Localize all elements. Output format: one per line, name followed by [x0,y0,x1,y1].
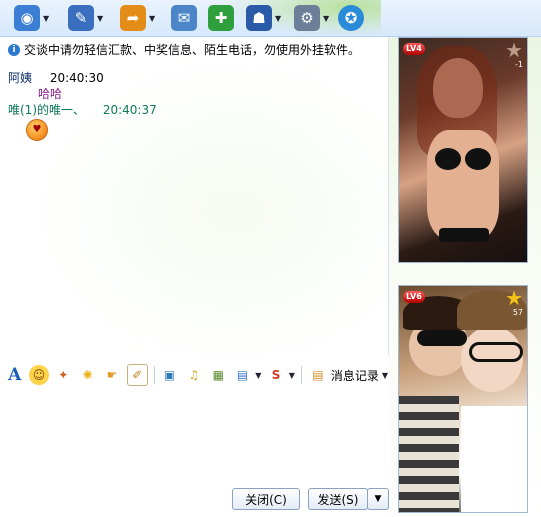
message-body: 哈哈 [38,87,63,101]
chevron-down-icon[interactable]: ▼ [289,371,295,380]
message-icon: ✉ [171,5,197,31]
settings-icon: ⚙ [294,5,320,31]
history-icon: ▤ [312,368,324,382]
sender-name: 阿姨 [8,71,33,85]
message-header: 阿姨 20:40:30 [8,69,104,86]
format-toolbar: A ☺ ✦ ✺ ☛ ✐ ▣ ♫ ▦ ▤ ▼ S ▼ ▤ 消息记录 ▼ [0,362,388,388]
chevron-down-icon[interactable]: ▼ [149,14,155,23]
screenshot-icon[interactable]: ▤ [233,365,252,385]
chevron-down-icon[interactable]: ▼ [255,371,261,380]
chevron-down-icon[interactable]: ▼ [275,14,281,23]
level-badge: LV4 [403,43,425,55]
settings-button[interactable]: ⚙ ▼ [294,4,329,32]
body-shape [427,130,499,240]
voice-call-icon: ✎ [68,5,94,31]
message-history-button[interactable]: ▤ 消息记录 ▼ [308,365,388,385]
chevron-down-icon[interactable]: ▼ [323,14,329,23]
app-add-icon: ✚ [208,5,234,31]
sunglasses-shape [417,330,467,346]
emoji-icon[interactable]: ☺ [29,365,49,385]
send-file-button[interactable]: ➦ ▼ [120,4,155,32]
star-count: 57 [512,308,523,317]
message-input[interactable] [0,390,388,486]
send-button[interactable]: 发送(S) [308,488,368,510]
star-icon[interactable]: ★ [505,288,523,308]
message-time: 20:40:37 [102,103,157,117]
security-button[interactable]: ☗ ▼ [246,4,281,32]
star-count: -1 [515,60,523,69]
image-icon[interactable]: ▣ [160,365,179,385]
video-call-button[interactable]: ◉ ▼ [14,4,49,32]
security-icon: ☗ [246,5,272,31]
star-icon[interactable]: ★ [505,40,523,60]
font-icon[interactable]: A [5,365,24,385]
outfit-shape [435,148,461,170]
magic-emoji-icon[interactable]: ✦ [54,365,73,385]
music-icon[interactable]: ♫ [184,365,203,385]
contact-show-avatar[interactable]: LV4 ★ -1 [398,37,528,263]
sender-name: 唯(1)的唯一、 [8,103,85,117]
gift-icon[interactable]: ▦ [209,365,228,385]
chevron-down-icon[interactable]: ▼ [43,14,49,23]
profile-panel: LV4 ★ -1 LV6 ★ 57 [389,37,541,517]
qzone-icon: ✪ [338,5,364,31]
glasses-shape [469,342,523,362]
send-options-button[interactable]: ▼ [367,488,389,510]
security-notice-text: 交谈中请勿轻信汇款、中奖信息、陌生电话，勿使用外挂软件。 [24,43,361,57]
chevron-down-icon[interactable]: ▼ [97,14,103,23]
message-button[interactable]: ✉ [171,4,197,32]
chevron-down-icon: ▼ [381,370,389,380]
user-show-avatar[interactable]: LV6 ★ 57 [398,285,528,513]
message-history-label: 消息记录 [330,368,379,383]
separator [300,366,302,384]
separator [153,366,155,384]
security-notice: i 交谈中请勿轻信汇款、中奖信息、陌生电话，勿使用外挂软件。 [8,41,360,58]
video-call-icon: ◉ [14,5,40,31]
send-file-icon: ➦ [120,5,146,31]
edit-icon[interactable]: ✐ [126,364,148,386]
chevron-down-icon: ▼ [374,494,382,504]
qzone-button[interactable]: ✪ [338,4,364,32]
outfit-shape [439,228,489,242]
app-add-button[interactable]: ✚ [208,4,234,32]
outfit-shape [465,148,491,170]
white-shirt-shape [461,406,527,512]
close-button[interactable]: 关闭(C) [232,488,300,510]
level-badge: LV6 [403,291,425,303]
main-toolbar: ◉ ▼ ✎ ▼ ➦ ▼ ✉ ✚ ☗ ▼ ⚙ ▼ ✪ [0,0,541,37]
soso-icon[interactable]: S [266,365,285,385]
striped-shirt-shape [399,396,459,512]
hand-icon[interactable]: ☛ [102,365,121,385]
message-time: 20:40:30 [49,71,104,85]
voice-call-button[interactable]: ✎ ▼ [68,4,103,32]
info-icon: i [8,43,20,56]
chat-history[interactable]: i 交谈中请勿轻信汇款、中奖信息、陌生电话，勿使用外挂软件。 阿姨 20:40:… [0,37,389,355]
kiss-emoji-icon: ♥ [26,119,48,141]
shake-icon[interactable]: ✺ [78,365,97,385]
message-header: 唯(1)的唯一、 20:40:37 [8,101,157,118]
